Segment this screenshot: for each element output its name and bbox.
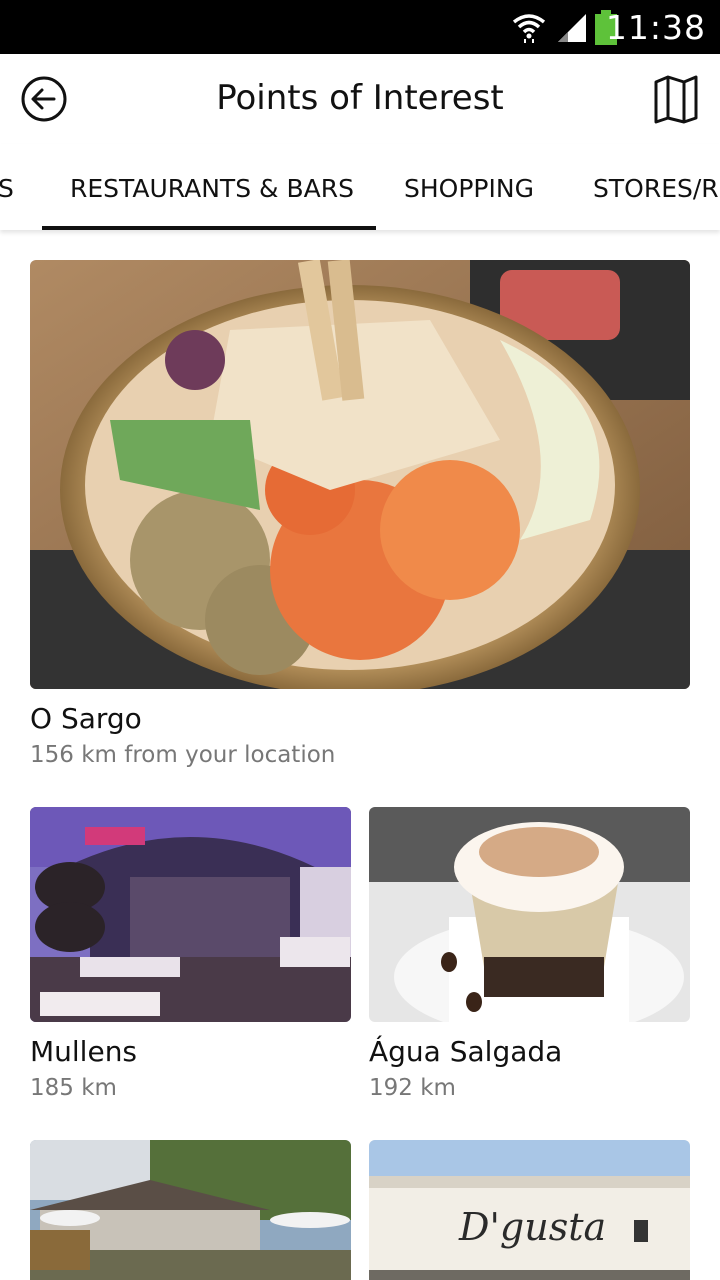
place-name[interactable]: O Sargo: [30, 702, 142, 735]
map-icon[interactable]: [652, 74, 700, 124]
place-name[interactable]: Água Salgada: [369, 1035, 562, 1068]
poke-bowl-photo: [30, 260, 690, 689]
tab-stores[interactable]: STORES/RE: [593, 174, 720, 203]
place-distance: 156 km from your location: [30, 742, 336, 768]
storefront-sign-photo: D'gusta: [369, 1140, 690, 1280]
place-image-dgusta[interactable]: D'gusta: [369, 1140, 690, 1280]
signal-icon: [558, 14, 586, 42]
restaurant-interior-photo: [30, 807, 351, 1022]
iced-coffee-photo: [369, 807, 690, 1022]
place-image-o-sargo[interactable]: [30, 260, 690, 689]
wifi-icon: [512, 14, 546, 43]
place-distance: 185 km: [30, 1075, 117, 1101]
tab-restaurants-bars[interactable]: RESTAURANTS & BARS: [70, 174, 354, 203]
terrace-photo: [30, 1140, 351, 1280]
dgusta-sign-text: D'gusta: [458, 1205, 606, 1249]
app-bar: Points of Interest: [0, 54, 720, 144]
place-image-mullens[interactable]: [30, 807, 351, 1022]
tab-shopping[interactable]: SHOPPING: [404, 174, 534, 203]
page-title: Points of Interest: [216, 78, 504, 118]
place-image-terrace[interactable]: [30, 1140, 351, 1280]
place-distance: 192 km: [369, 1075, 456, 1101]
place-image-agua-salgada[interactable]: [369, 807, 690, 1022]
status-time: 11:38: [605, 8, 706, 47]
status-bar: 11:38: [0, 0, 720, 54]
category-tabs: S RESTAURANTS & BARS SHOPPING STORES/RE: [0, 144, 720, 230]
tab-previous[interactable]: S: [0, 174, 14, 203]
places-list: O Sargo 156 km from your location Mullen…: [0, 230, 720, 1280]
place-name[interactable]: Mullens: [30, 1035, 137, 1068]
